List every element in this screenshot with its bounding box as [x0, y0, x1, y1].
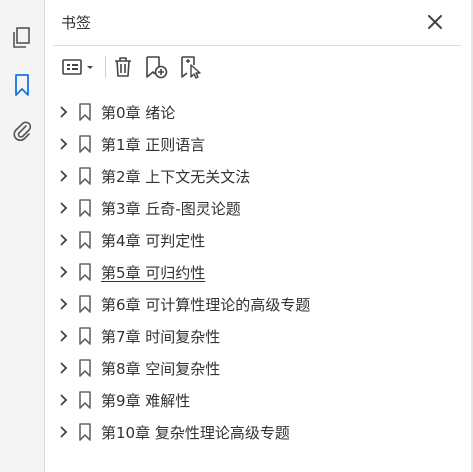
bookmark-icon: [78, 134, 92, 154]
chevron-right-icon[interactable]: [57, 104, 71, 120]
bookmark-toolbar: [45, 50, 473, 84]
bookmark-label: 第1章 正则语言: [101, 136, 206, 154]
bookmark-label: 第2章 上下文无关文法: [101, 168, 251, 186]
header-divider: [53, 45, 461, 46]
left-rail: [0, 0, 45, 472]
bookmark-icon: [78, 294, 92, 314]
bookmark-icon: [78, 262, 92, 282]
bookmark-label: 第10章 复杂性理论高级专题: [101, 424, 290, 442]
bookmark-label: 第7章 时间复杂性: [101, 328, 221, 346]
new-bookmark-from-structure-icon[interactable]: [179, 53, 205, 81]
bookmark-item-ch2[interactable]: 第2章 上下文无关文法: [45, 160, 465, 192]
attachment-icon[interactable]: [8, 117, 36, 145]
bookmark-icon[interactable]: [8, 71, 36, 99]
bookmarks-panel: 书签 第0章 绪论 第1章 正则语言 第2章 上下文无关文法 第3章 丘奇-图灵…: [45, 0, 473, 472]
bookmark-item-ch9[interactable]: 第9章 难解性: [45, 384, 465, 416]
chevron-right-icon[interactable]: [57, 328, 71, 344]
chevron-right-icon[interactable]: [57, 232, 71, 248]
bookmark-item-ch7[interactable]: 第7章 时间复杂性: [45, 320, 465, 352]
panel-header: 书签: [45, 0, 473, 45]
chevron-right-icon[interactable]: [57, 136, 71, 152]
bookmark-icon: [78, 358, 92, 378]
bookmark-icon: [78, 390, 92, 410]
chevron-right-icon[interactable]: [57, 168, 71, 184]
chevron-right-icon[interactable]: [57, 296, 71, 312]
bookmark-icon: [78, 422, 92, 442]
bookmark-label: 第5章 可归约性: [101, 264, 206, 282]
delete-bookmark-icon[interactable]: [111, 53, 135, 81]
bookmark-icon: [78, 102, 92, 122]
panel-title: 书签: [61, 14, 92, 32]
bookmark-item-ch10[interactable]: 第10章 复杂性理论高级专题: [45, 416, 465, 448]
bookmark-label: 第3章 丘奇-图灵论题: [101, 200, 241, 218]
bookmark-label: 第6章 可计算性理论的高级专题: [101, 296, 311, 314]
bookmark-item-ch1[interactable]: 第1章 正则语言: [45, 128, 465, 160]
bookmark-label: 第9章 难解性: [101, 392, 191, 410]
bookmark-icon: [78, 166, 92, 186]
bookmark-item-ch0[interactable]: 第0章 绪论: [45, 96, 465, 128]
new-bookmark-icon[interactable]: [144, 53, 170, 81]
bookmark-icon: [78, 198, 92, 218]
bookmark-item-ch3[interactable]: 第3章 丘奇-图灵论题: [45, 192, 465, 224]
toolbar-divider: [105, 56, 106, 78]
chevron-right-icon[interactable]: [57, 200, 71, 216]
bookmark-label: 第0章 绪论: [101, 104, 176, 122]
chevron-right-icon[interactable]: [57, 392, 71, 408]
bookmark-item-ch5[interactable]: 第5章 可归约性: [45, 256, 465, 288]
bookmark-icon: [78, 326, 92, 346]
chevron-right-icon[interactable]: [57, 424, 71, 440]
bookmark-label: 第8章 空间复杂性: [101, 360, 221, 378]
bookmark-label: 第4章 可判定性: [101, 232, 206, 250]
close-icon[interactable]: [423, 10, 447, 34]
chevron-right-icon[interactable]: [57, 264, 71, 280]
bookmark-item-ch6[interactable]: 第6章 可计算性理论的高级专题: [45, 288, 465, 320]
bookmark-item-ch8[interactable]: 第8章 空间复杂性: [45, 352, 465, 384]
pages-icon[interactable]: [8, 24, 36, 52]
options-menu-icon[interactable]: [59, 53, 99, 81]
bookmark-item-ch4[interactable]: 第4章 可判定性: [45, 224, 465, 256]
bookmark-icon: [78, 230, 92, 250]
chevron-right-icon[interactable]: [57, 360, 71, 376]
